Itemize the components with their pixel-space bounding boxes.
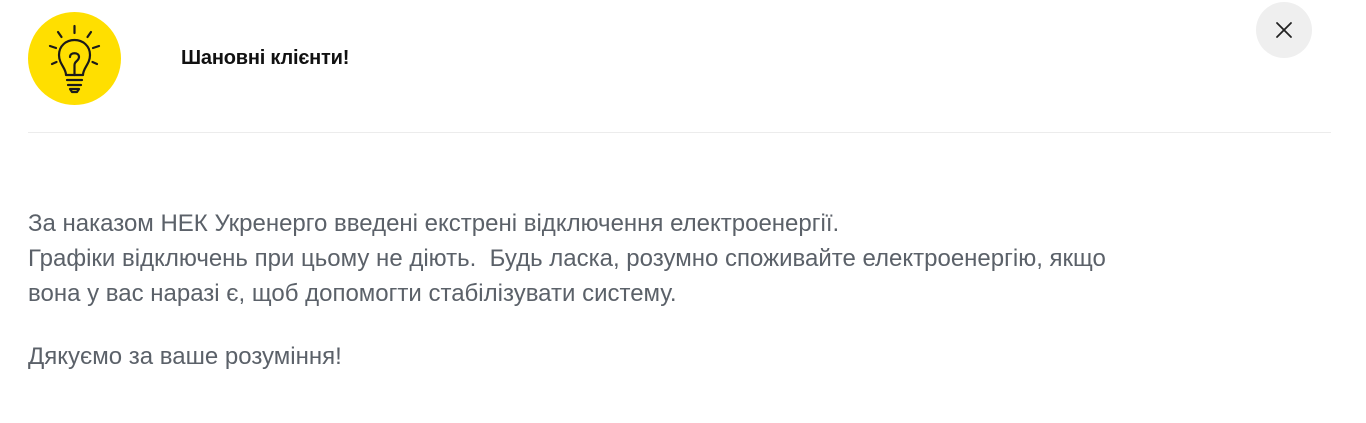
- message-line-2: Графіки відключень при цьому не діють. Б…: [28, 245, 1106, 272]
- modal-title: Шановні клієнти!: [181, 47, 350, 69]
- notification-modal: Шановні клієнти! За наказом НЕК Укренерг…: [0, 0, 1366, 423]
- close-icon: [1276, 22, 1292, 38]
- modal-body: За наказом НЕК Укренерго введені екстрен…: [28, 206, 1328, 374]
- modal-header: Шановні клієнти!: [28, 12, 1331, 133]
- close-button[interactable]: [1256, 2, 1312, 58]
- lightbulb-icon: [28, 12, 121, 105]
- closing-text: Дякуємо за ваше розуміння!: [28, 343, 342, 370]
- message-line-1: За наказом НЕК Укренерго введені екстрен…: [28, 210, 840, 237]
- message-line-3: вона у вас наразі є, щоб допомогти стабі…: [28, 280, 677, 307]
